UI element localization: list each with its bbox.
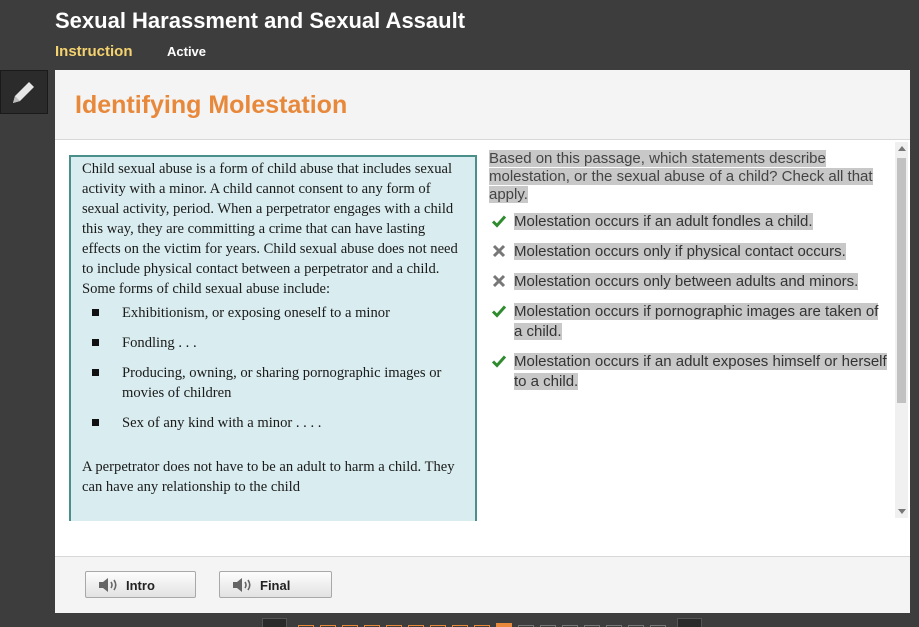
scroll-down-icon[interactable] [898,509,906,514]
check-icon [491,215,507,228]
answer-option-text: Molestation occurs only between adults a… [514,273,859,290]
question-area: Based on this passage, which statements … [489,150,889,402]
final-audio-button[interactable]: Final [219,571,332,598]
answer-option[interactable]: Molestation occurs if an adult exposes h… [489,352,889,392]
intro-audio-button[interactable]: Intro [85,571,196,598]
bullet-icon [92,419,99,426]
speaker-icon [99,578,117,592]
final-audio-label: Final [260,578,291,593]
previous-page-button[interactable] [262,618,287,627]
answer-option[interactable]: Molestation occurs if pornographic image… [489,302,889,342]
course-title: Sexual Harassment and Sexual Assault [55,8,466,33]
footer-bar: Intro Final [55,556,910,613]
tab-instruction[interactable]: Instruction [55,43,133,60]
list-item: Exhibitionism, or exposing oneself to a … [82,303,465,323]
check-icon [491,305,507,318]
list-item: Fondling . . . [82,333,465,353]
bullet-icon [92,309,99,316]
page-navigation [262,618,702,627]
x-icon [492,274,506,288]
answer-option[interactable]: Molestation occurs only between adults a… [489,272,889,292]
answer-option-text: Molestation occurs if an adult exposes h… [514,353,887,390]
answer-options: Molestation occurs if an adult fondles a… [489,212,889,392]
list-item: Sex of any kind with a minor . . . . [82,413,465,433]
answer-option-text: Molestation occurs if pornographic image… [514,303,879,340]
scrollbar[interactable] [895,142,908,518]
passage-intro: Child sexual abuse is a form of child ab… [82,161,458,297]
speaker-icon [233,578,251,592]
next-page-button[interactable] [677,618,702,627]
content-panel: Identifying Molestation Child sexual abu… [55,70,910,613]
x-icon [492,244,506,258]
bullet-icon [92,369,99,376]
check-icon [491,355,507,368]
passage-bullet-list: Exhibitionism, or exposing oneself to a … [82,303,465,433]
page-indicator-current[interactable] [496,623,512,627]
bullet-text: Exhibitionism, or exposing oneself to a … [122,305,390,321]
scroll-thumb[interactable] [897,158,906,403]
passage-after: A perpetrator does not have to be an adu… [82,459,455,495]
intro-audio-label: Intro [126,578,155,593]
bullet-icon [92,339,99,346]
bullet-text: Producing, owning, or sharing pornograph… [122,365,442,401]
page-title: Identifying Molestation [75,91,348,119]
list-item: Producing, owning, or sharing pornograph… [82,363,465,403]
tab-active[interactable]: Active [167,44,206,59]
notes-button[interactable] [0,70,48,114]
bullet-text: Sex of any kind with a minor . . . . [122,415,322,431]
scroll-up-icon[interactable] [898,146,906,151]
passage-box[interactable]: Child sexual abuse is a form of child ab… [69,155,477,521]
answer-option[interactable]: Molestation occurs only if physical cont… [489,242,889,262]
panel-header: Identifying Molestation [55,70,910,140]
answer-option[interactable]: Molestation occurs if an adult fondles a… [489,212,889,232]
question-prompt: Based on this passage, which statements … [489,150,889,204]
bullet-text: Fondling . . . [122,335,197,351]
answer-option-text: Molestation occurs if an adult fondles a… [514,213,813,230]
answer-option-text: Molestation occurs only if physical cont… [514,243,846,260]
question-prompt-text: Based on this passage, which statements … [489,150,873,203]
pencil-icon [13,82,34,103]
